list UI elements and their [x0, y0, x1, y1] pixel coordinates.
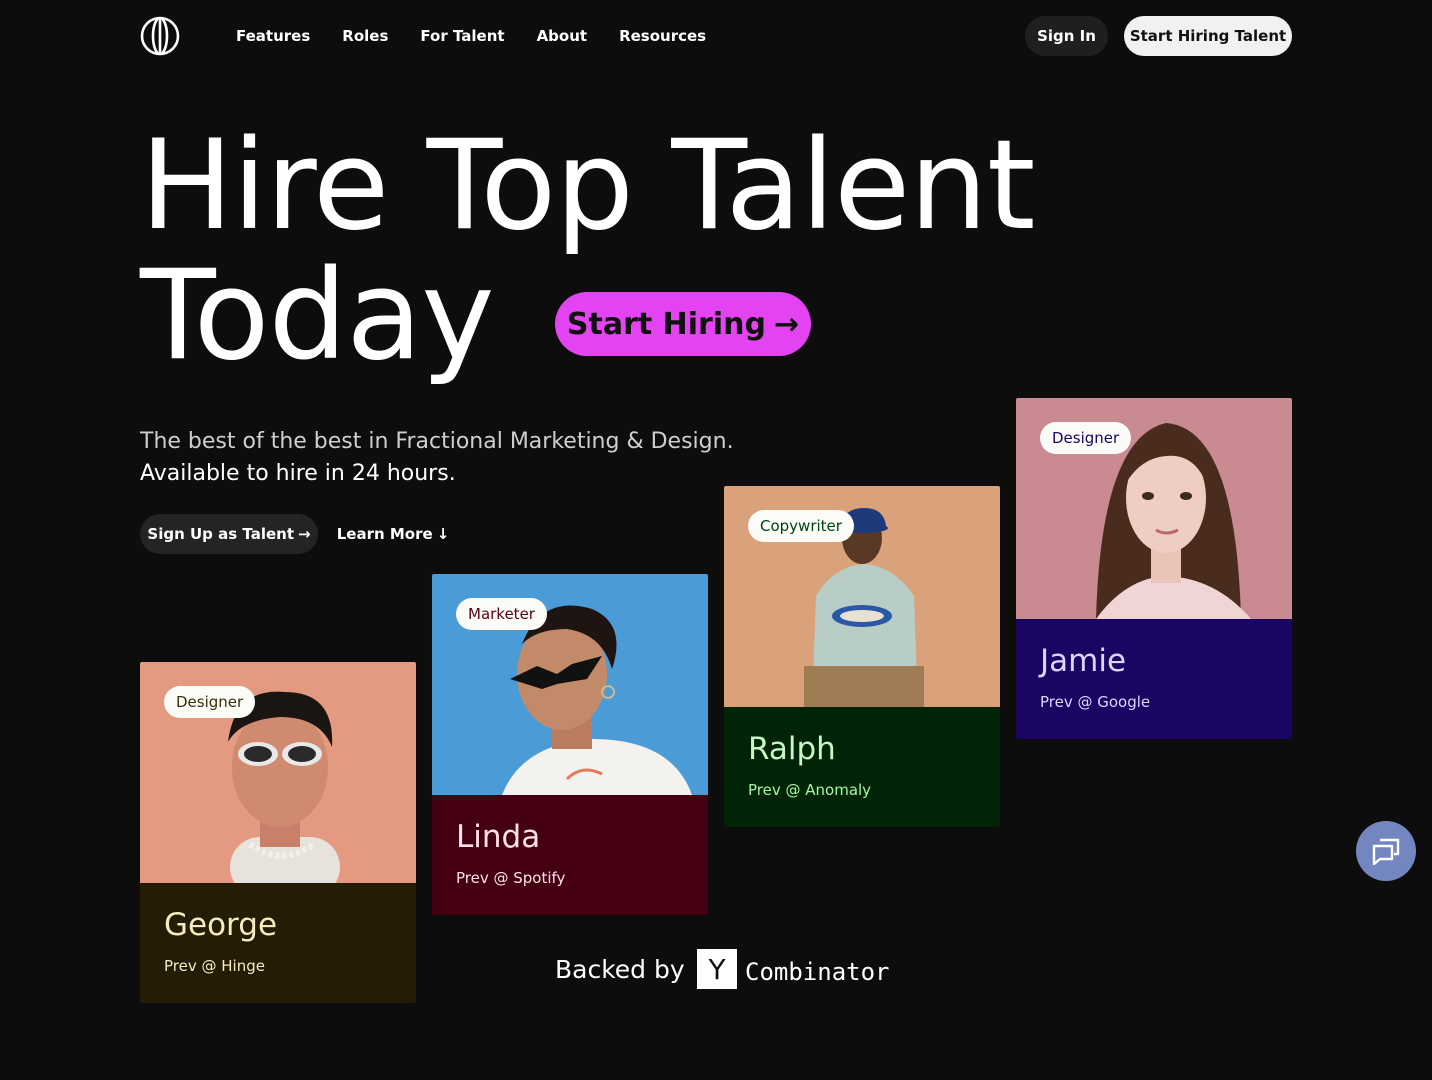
- role-badge: Designer: [1040, 422, 1132, 454]
- talent-card-ralph[interactable]: Copywriter Ralph Prev @ Anomaly: [724, 486, 1000, 827]
- nav-link-about[interactable]: About: [537, 24, 588, 48]
- top-nav: Features Roles For Talent About Resource…: [0, 0, 1432, 72]
- talent-previous-company: Prev @ Hinge: [164, 957, 265, 975]
- talent-card-linda[interactable]: Marketer Linda Prev @ Spotify: [432, 574, 708, 915]
- chat-bubbles-icon[interactable]: [1356, 821, 1416, 881]
- talent-info: Linda Prev @ Spotify: [432, 795, 708, 915]
- talent-card-jamie[interactable]: Designer Jamie Prev @ Google: [1016, 398, 1292, 739]
- talent-info: Ralph Prev @ Anomaly: [724, 707, 1000, 827]
- hero-title-line2: Today: [140, 244, 495, 388]
- arrow-down-icon: ↓: [436, 525, 450, 543]
- y-combinator-wordmark: Combinator: [745, 958, 890, 986]
- talent-previous-company: Prev @ Spotify: [456, 869, 566, 887]
- talent-previous-company: Prev @ Anomaly: [748, 781, 872, 799]
- y-combinator-logo-icon: Y: [697, 949, 737, 989]
- role-badge: Marketer: [456, 598, 547, 630]
- talent-card-george[interactable]: Designer George Prev @ Hinge: [140, 662, 416, 1003]
- role-badge: Designer: [164, 686, 256, 718]
- talent-previous-company: Prev @ Google: [1040, 693, 1151, 711]
- hero-availability: Available to hire in 24 hours.: [140, 461, 456, 486]
- talent-name: George: [164, 907, 278, 943]
- backed-by-label: Backed by: [555, 955, 685, 984]
- nav-link-roles[interactable]: Roles: [342, 24, 388, 48]
- talent-info: George Prev @ Hinge: [140, 883, 416, 1003]
- talent-info: Jamie Prev @ Google: [1016, 619, 1292, 739]
- arrow-right-icon: →: [298, 525, 311, 543]
- nav-link-resources[interactable]: Resources: [619, 24, 706, 48]
- learn-more-button[interactable]: Learn More ↓: [330, 514, 456, 554]
- learn-more-label: Learn More: [336, 525, 433, 543]
- start-hiring-button[interactable]: Start Hiring →: [555, 292, 811, 356]
- sign-in-button[interactable]: Sign In: [1025, 16, 1108, 56]
- sign-up-label: Sign Up as Talent: [147, 525, 294, 543]
- talent-name: Linda: [456, 819, 541, 855]
- start-hiring-talent-button[interactable]: Start Hiring Talent: [1124, 16, 1292, 56]
- hero-title-line1: Hire Top Talent: [140, 114, 1035, 258]
- start-hiring-label: Start Hiring: [566, 306, 766, 342]
- nav-link-features[interactable]: Features: [236, 24, 310, 48]
- talent-name: Jamie: [1040, 643, 1127, 679]
- talent-name: Ralph: [748, 731, 836, 767]
- hero-subtitle: The best of the best in Fractional Marke…: [140, 429, 734, 454]
- role-badge: Copywriter: [748, 510, 854, 542]
- sign-up-as-talent-button[interactable]: Sign Up as Talent →: [140, 514, 318, 554]
- globe-lines-icon[interactable]: [140, 16, 180, 56]
- nav-links: Features Roles For Talent About Resource…: [236, 24, 706, 48]
- arrow-right-icon: →: [773, 306, 800, 342]
- nav-link-for-talent[interactable]: For Talent: [420, 24, 504, 48]
